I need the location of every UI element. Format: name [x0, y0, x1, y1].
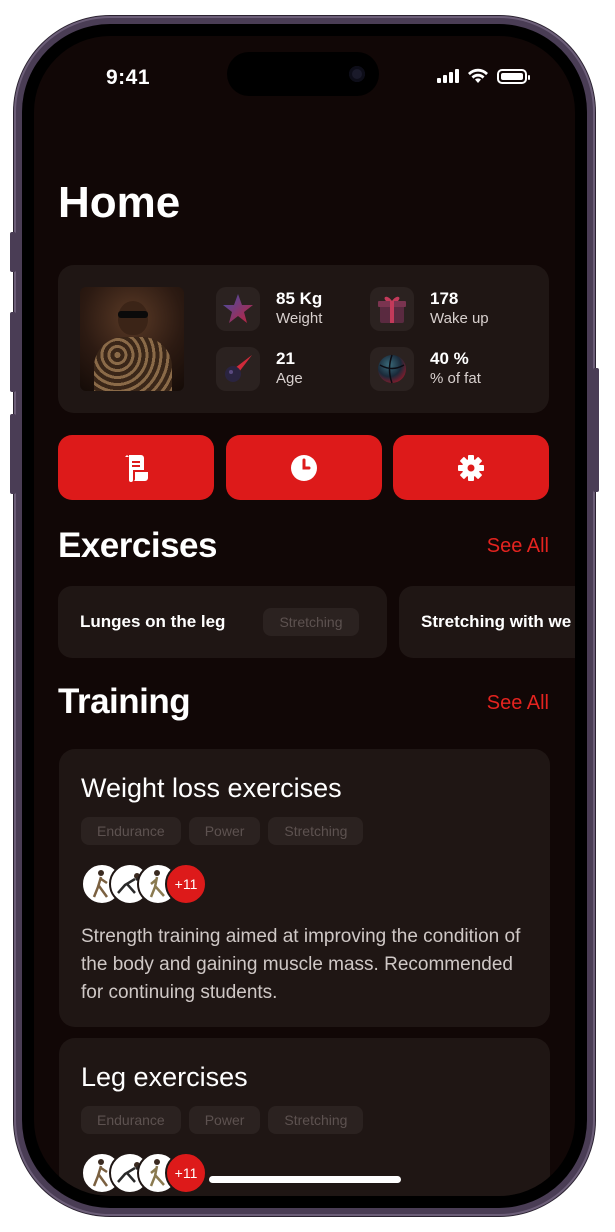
avatar[interactable]: [80, 287, 184, 391]
comet-icon: [216, 347, 260, 391]
training-description: Strength training aimed at improving the…: [81, 926, 521, 1003]
exercise-name: Lunges on the leg: [80, 612, 226, 631]
training-tags: Endurance Power Stretching: [81, 817, 364, 845]
gift-icon: [370, 287, 414, 331]
tag-endurance: Endurance: [81, 817, 181, 845]
stat-age: 21 Age: [216, 347, 303, 391]
gear-icon: [458, 454, 484, 481]
mute-switch: [10, 232, 16, 272]
training-card[interactable]: Weight loss exercises Endurance Power St…: [59, 749, 550, 1027]
tag-stretching: Stretching: [268, 1106, 364, 1134]
weight-value: 85 Kg: [276, 289, 323, 308]
more-participants-badge[interactable]: +11: [165, 1152, 207, 1194]
volume-down-button: [10, 414, 16, 494]
tag-endurance: Endurance: [81, 1106, 181, 1134]
settings-button[interactable]: [393, 435, 549, 500]
more-participants-badge[interactable]: +11: [165, 863, 207, 905]
stat-wake-up: 178 Wake up: [370, 287, 489, 331]
history-button[interactable]: [226, 435, 382, 500]
training-card-title: Leg exercises: [81, 1062, 248, 1092]
exercise-tag: Stretching: [263, 608, 359, 636]
signal-icon: [437, 69, 459, 83]
exercises-see-all-link[interactable]: See All: [487, 535, 549, 558]
stat-weight: 85 Kg Weight: [216, 287, 322, 331]
training-tags: Endurance Power Stretching: [81, 1106, 364, 1134]
status-icons: [437, 68, 530, 84]
dynamic-island: [227, 52, 379, 96]
notes-button[interactable]: [58, 435, 214, 500]
age-label: Age: [276, 370, 303, 387]
stat-fat: 40 % % of fat: [370, 347, 481, 391]
wifi-icon: [468, 68, 488, 83]
exercise-card[interactable]: Stretching with we: [399, 586, 575, 658]
fat-label: % of fat: [430, 370, 481, 387]
scroll-icon: [125, 454, 148, 482]
training-title: Training: [58, 682, 191, 721]
camera-icon: [349, 66, 365, 82]
weight-label: Weight: [276, 310, 323, 327]
tag-power: Power: [188, 1106, 261, 1134]
training-card[interactable]: Leg exercises Endurance Power Stretching…: [59, 1038, 550, 1196]
profile-card: 85 Kg Weight 178 Wake up 21 Age 40 % % o…: [58, 265, 549, 413]
page-title: Home: [58, 178, 181, 227]
wake-up-value: 178: [430, 289, 459, 308]
status-time: 9:41: [106, 66, 151, 89]
tag-stretching: Stretching: [268, 817, 364, 845]
volume-up-button: [10, 312, 16, 392]
home-indicator[interactable]: [209, 1176, 401, 1183]
exercises-title: Exercises: [58, 526, 217, 565]
power-button: [593, 368, 599, 492]
participants[interactable]: +11: [81, 1152, 207, 1194]
exercise-name: Stretching with we: [421, 612, 572, 631]
star-icon: [216, 287, 260, 331]
age-value: 21: [276, 349, 295, 368]
battery-icon: [497, 68, 530, 84]
participants[interactable]: +11: [81, 863, 207, 905]
ball-icon: [370, 347, 414, 391]
exercise-card[interactable]: Lunges on the leg Stretching: [58, 586, 387, 658]
training-card-title: Weight loss exercises: [81, 773, 342, 803]
screen: 9:41 Home 85 Kg Weight 178 Wake up 21 Ag…: [34, 36, 575, 1196]
fat-value: 40 %: [430, 349, 469, 368]
training-see-all-link[interactable]: See All: [487, 692, 549, 715]
pencil-icon[interactable]: [180, 385, 184, 391]
tag-power: Power: [188, 817, 261, 845]
wake-up-label: Wake up: [430, 310, 489, 327]
clock-icon: [291, 454, 317, 481]
